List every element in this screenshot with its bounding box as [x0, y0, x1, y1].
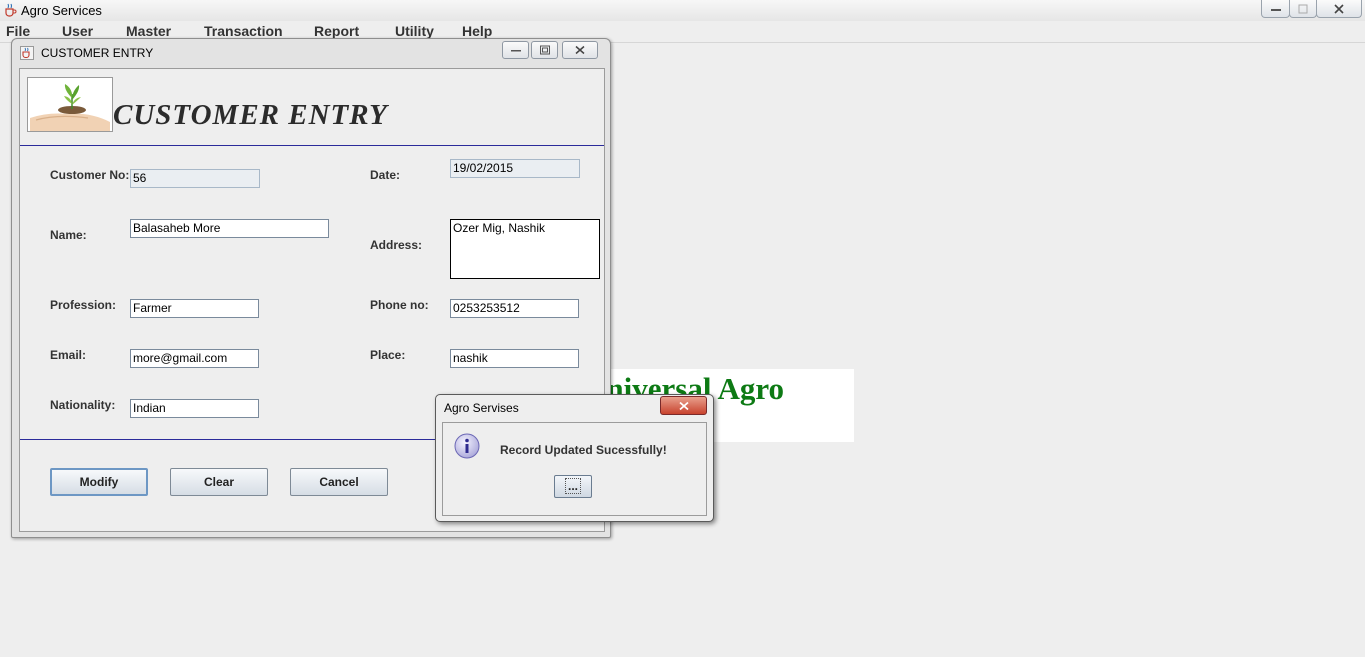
phone-field[interactable]: 0253253512: [450, 299, 579, 318]
dialog-title: Agro Servises: [444, 401, 519, 415]
place-field[interactable]: nashik: [450, 349, 579, 368]
close-icon: [575, 45, 585, 55]
agro-logo: [27, 77, 113, 132]
dialog-body: Record Updated Sucessfully! ...: [442, 422, 707, 516]
menu-transaction[interactable]: Transaction: [204, 23, 283, 39]
menu-report[interactable]: Report: [314, 23, 359, 39]
plant-in-hand-icon: [30, 84, 110, 131]
app-title: Agro Services: [21, 3, 102, 18]
app-title-bar: Agro Services: [0, 0, 1365, 22]
clear-button[interactable]: Clear: [170, 468, 268, 496]
customer-no-label: Customer No:: [50, 168, 130, 182]
minimize-window-button[interactable]: [1261, 0, 1290, 18]
frame-minimize-button[interactable]: [502, 41, 529, 59]
dialog-message: Record Updated Sucessfully!: [500, 443, 667, 457]
name-field[interactable]: Balasaheb More: [130, 219, 329, 238]
customer-entry-title-bar[interactable]: CUSTOMER ENTRY: [12, 39, 610, 65]
minimize-icon: [1270, 8, 1281, 11]
menu-user[interactable]: User: [62, 23, 93, 39]
dialog-ok-label: ...: [564, 478, 581, 494]
close-icon: [1334, 3, 1344, 14]
email-label: Email:: [50, 348, 87, 362]
frame-maximize-button[interactable]: [531, 41, 558, 59]
java-cup-icon: [20, 46, 34, 60]
page-heading: CUSTOMER ENTRY: [113, 99, 388, 131]
maximize-icon: [539, 45, 550, 55]
profession-label: Profession:: [50, 298, 117, 312]
java-cup-icon: [5, 3, 17, 17]
profession-field[interactable]: Farmer: [130, 299, 259, 318]
customer-no-field[interactable]: 56: [130, 169, 260, 188]
date-label: Date:: [370, 168, 401, 182]
menu-master[interactable]: Master: [126, 23, 171, 39]
cancel-button[interactable]: Cancel: [290, 468, 388, 496]
date-field[interactable]: 19/02/2015: [450, 159, 580, 178]
message-dialog: Agro Servises Record Updated Sucessfully…: [435, 394, 714, 522]
maximize-window-button[interactable]: [1289, 0, 1317, 18]
header-divider: [20, 145, 604, 146]
menu-utility[interactable]: Utility: [395, 23, 434, 39]
dialog-ok-button[interactable]: ...: [554, 475, 592, 498]
nationality-label: Nationality:: [50, 398, 116, 412]
minimize-icon: [510, 50, 521, 52]
info-icon: [454, 433, 480, 459]
nationality-field[interactable]: Indian: [130, 399, 259, 418]
menu-help[interactable]: Help: [462, 23, 492, 39]
close-window-button[interactable]: [1316, 0, 1362, 18]
menu-file[interactable]: File: [6, 23, 30, 39]
email-field[interactable]: more@gmail.com: [130, 349, 259, 368]
close-icon: [678, 401, 689, 410]
place-label: Place:: [370, 348, 406, 362]
maximize-icon: [1298, 4, 1308, 13]
address-textarea[interactable]: Ozer Mig, Nashik: [450, 219, 600, 279]
name-label: Name:: [50, 228, 87, 242]
dialog-close-button[interactable]: [660, 396, 707, 415]
customer-entry-title: CUSTOMER ENTRY: [41, 46, 154, 60]
address-label: Address:: [370, 238, 423, 252]
modify-button[interactable]: Modify: [50, 468, 148, 496]
frame-close-button[interactable]: [562, 41, 598, 59]
phone-label: Phone no:: [370, 298, 429, 312]
